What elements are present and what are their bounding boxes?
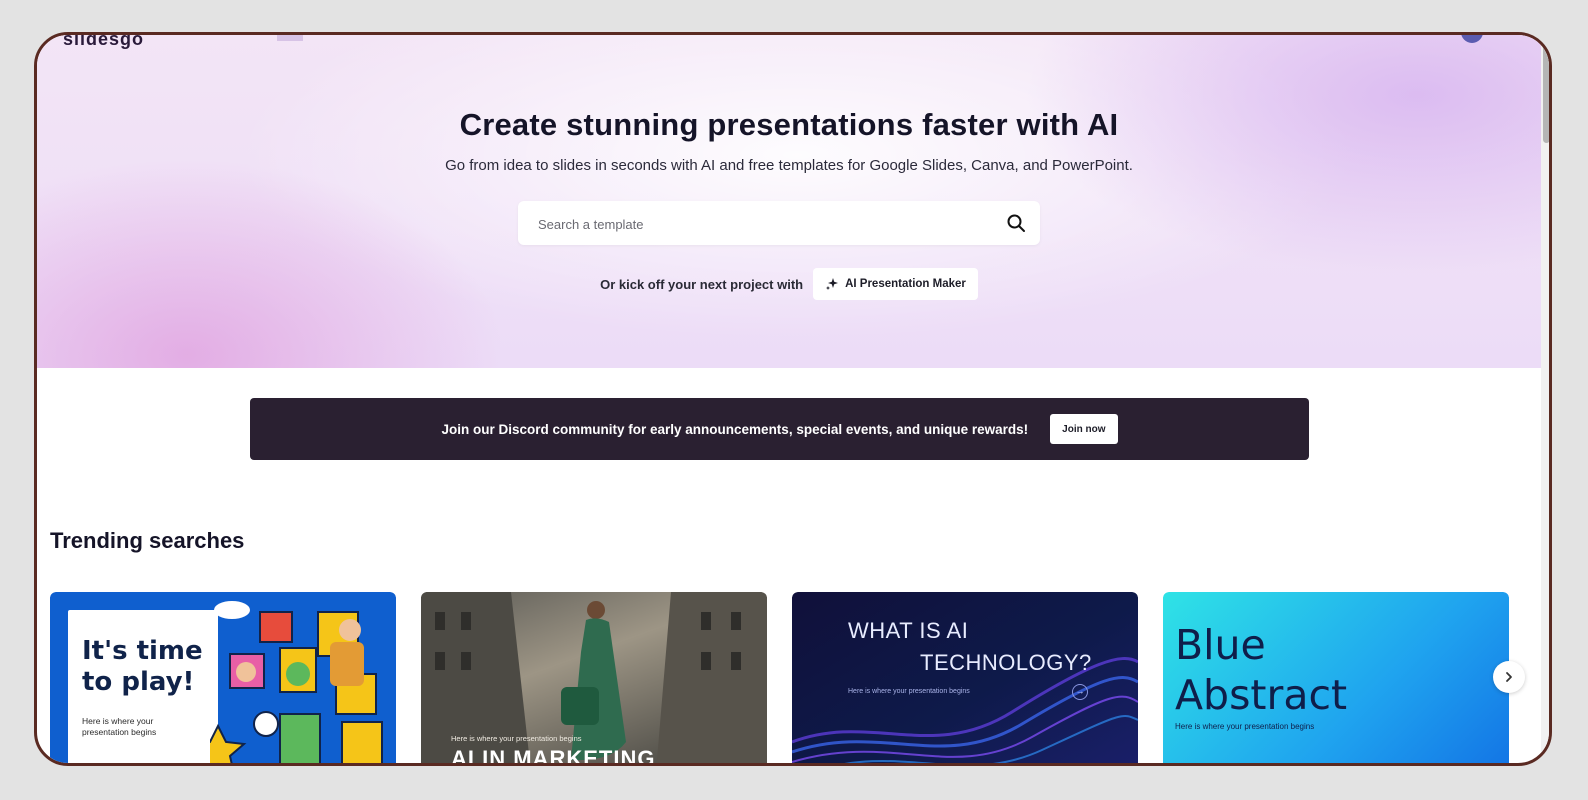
template-card[interactable]: WHAT IS AI TECHNOLOGY? Here is where you… xyxy=(792,592,1138,763)
card-title: Blue Abstract xyxy=(1175,621,1348,719)
carousel-next-button[interactable] xyxy=(1493,661,1525,693)
template-thumbnail: It's time to play! Here is where your pr… xyxy=(50,592,396,763)
search-icon[interactable] xyxy=(1006,213,1026,233)
discord-banner-text: Join our Discord community for early ann… xyxy=(441,421,1029,437)
card-subtitle: Here is where your presentation begins xyxy=(82,716,157,737)
card-subtitle: Here is where your presentation begins xyxy=(848,688,970,695)
card-subtitle: Here is where your presentation begins xyxy=(451,734,582,743)
search-input[interactable] xyxy=(536,201,1000,247)
logo[interactable]: slidesgo xyxy=(63,35,144,50)
card-title-line2: TECHNOLOGY? xyxy=(920,650,1092,675)
scrollbar-thumb[interactable] xyxy=(1543,43,1549,143)
template-thumbnail: WHAT IS AI TECHNOLOGY? Here is where you… xyxy=(792,592,1138,763)
join-now-button[interactable]: Join now xyxy=(1050,414,1118,444)
template-card[interactable]: Blue Abstract Here is where your present… xyxy=(1163,592,1509,763)
search-bar xyxy=(518,201,1040,247)
toy-characters-illustration xyxy=(210,601,383,763)
card-title: It's time to play! xyxy=(82,636,203,697)
hero-section: slidesgo Create stunning presentations f… xyxy=(37,35,1541,368)
chevron-right-icon xyxy=(1506,672,1512,682)
ai-button-label: AI Presentation Maker xyxy=(845,278,966,290)
browser-frame: slidesgo Create stunning presentations f… xyxy=(34,32,1552,766)
scrollbar[interactable] xyxy=(1541,35,1549,763)
kickoff-row: Or kick off your next project with AI Pr… xyxy=(37,268,1541,300)
hero-title: Create stunning presentations faster wit… xyxy=(459,107,1119,142)
template-card[interactable]: It's time to play! Here is where your pr… xyxy=(50,592,396,763)
discord-banner: Join our Discord community for early ann… xyxy=(250,398,1309,460)
sparkle-icon xyxy=(826,278,839,290)
top-navbar: slidesgo xyxy=(37,35,1541,49)
card-title-line1: WHAT IS AI xyxy=(848,618,969,643)
page-viewport: slidesgo Create stunning presentations f… xyxy=(37,35,1541,763)
template-thumbnail: Blue Abstract Here is where your present… xyxy=(1163,592,1509,763)
template-card[interactable]: Here is where your presentation begins A… xyxy=(421,592,767,763)
avatar[interactable] xyxy=(1461,35,1483,43)
card-subtitle: Here is where your presentation begins xyxy=(1175,722,1315,731)
ai-presentation-maker-button[interactable]: AI Presentation Maker xyxy=(813,268,978,300)
trending-searches-title: Trending searches xyxy=(50,528,245,553)
arrow-right-icon: → xyxy=(1072,684,1088,700)
card-title: AI IN MARKETING xyxy=(451,746,656,763)
hero-subtitle: Go from idea to slides in seconds with A… xyxy=(445,157,1133,174)
template-thumbnail: Here is where your presentation begins A… xyxy=(421,592,767,763)
nav-item[interactable] xyxy=(277,35,303,41)
kickoff-label: Or kick off your next project with xyxy=(600,276,804,292)
